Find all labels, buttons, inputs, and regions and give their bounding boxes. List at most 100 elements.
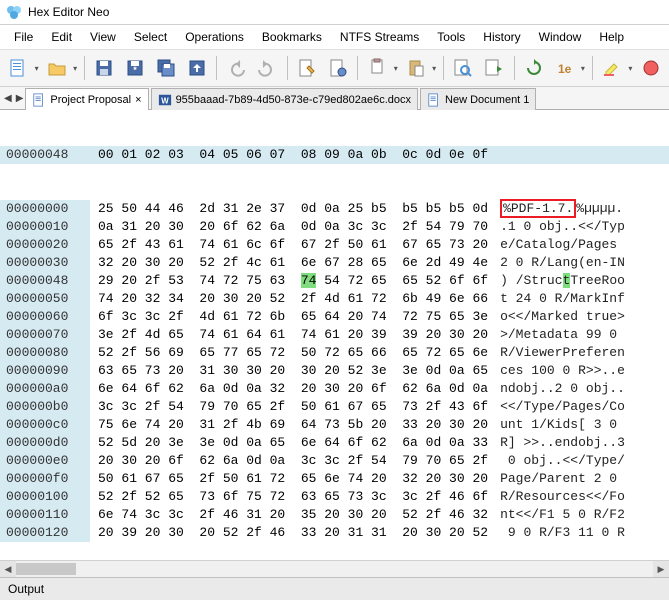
menu-select[interactable]: Select [126,27,175,47]
offset-cell: 00000010 [0,218,90,236]
hex-bytes-cell[interactable]: 32 20 30 20 52 2f 4c 61 6e 67 28 65 6e 2… [90,254,496,272]
paste-button[interactable] [402,53,431,83]
hex-bytes-cell[interactable]: 6e 74 3c 3c 2f 46 31 20 35 20 30 20 52 2… [90,506,496,524]
dropdown-icon[interactable]: ▾ [579,64,587,73]
menu-bookmarks[interactable]: Bookmarks [254,27,330,47]
ascii-cell[interactable]: ) /StructTreeRoo [496,272,629,290]
redo-button[interactable] [253,53,282,83]
cursor-byte: 74 [301,273,317,288]
hex-bytes-cell[interactable]: 75 6e 74 20 31 2f 4b 69 64 73 5b 20 33 2… [90,416,496,434]
highlight-button[interactable] [598,53,627,83]
save-as-button[interactable] [151,53,180,83]
horizontal-scrollbar[interactable]: ◀ ▶ [0,560,669,577]
find-button[interactable] [449,53,478,83]
hex-bytes-cell[interactable]: 6e 64 6f 62 6a 0d 0a 32 20 30 20 6f 62 6… [90,380,496,398]
scroll-right-button[interactable]: ▶ [653,561,669,577]
offset-cell: 000000d0 [0,434,90,452]
menu-history[interactable]: History [475,27,528,47]
menu-tools[interactable]: Tools [429,27,473,47]
document-tab[interactable]: W955baaad-7b89-4d50-873e-c79ed802ae6c.do… [151,88,418,110]
hex-bytes-cell[interactable]: 74 20 32 34 20 30 20 52 2f 4d 61 72 6b 4… [90,290,496,308]
ascii-cell[interactable]: 0 obj..<</Type/ [496,452,629,470]
ascii-cell[interactable]: o<</Marked true> [496,308,629,326]
edit-button[interactable] [293,53,322,83]
copy-button[interactable] [363,53,392,83]
ascii-cell[interactable]: %PDF-1.7.%µµµµ. [496,200,627,218]
ascii-cell[interactable]: .1 0 obj..<</Typ [496,218,629,236]
hex-bytes-cell[interactable]: 0a 31 20 30 20 6f 62 6a 0d 0a 3c 3c 2f 5… [90,218,496,236]
ascii-cell[interactable]: R/Resources<</Fo [496,488,629,506]
toolbar: ▾ ▾ * ▾ ▾ 1e ▾ ▾ [0,49,669,87]
scroll-track[interactable] [16,561,653,577]
output-panel-header[interactable]: Output [0,577,669,600]
document-tab[interactable]: Project Proposal× [25,88,148,110]
offset-cell: 00000110 [0,506,90,524]
tab-label: 955baaad-7b89-4d50-873e-c79ed802ae6c.doc… [176,94,411,106]
ascii-cell[interactable]: ces 100 0 R>>..e [496,362,629,380]
encoding-button[interactable]: 1e [550,53,579,83]
tab-next-button[interactable]: ▶ [14,93,26,104]
hex-bytes-cell[interactable]: 3c 3c 2f 54 79 70 65 2f 50 61 67 65 73 2… [90,398,496,416]
hex-bytes-cell[interactable]: 52 2f 56 69 65 77 65 72 50 72 65 66 65 7… [90,344,496,362]
ascii-cell[interactable]: Page/Parent 2 0 [496,470,629,488]
hex-bytes-cell[interactable]: 25 50 44 46 2d 31 2e 37 0d 0a 25 b5 b5 b… [90,200,496,218]
hex-editor-view[interactable]: 00000048 00 01 02 03 04 05 06 07 08 09 0… [0,110,669,560]
new-file-button[interactable] [4,53,33,83]
open-file-button[interactable] [42,53,71,83]
export-button[interactable] [182,53,211,83]
dropdown-icon[interactable]: ▾ [71,64,79,73]
offset-cell: 00000000 [0,200,90,218]
dropdown-icon[interactable]: ▾ [33,64,41,73]
goto-button[interactable] [480,53,509,83]
save-all-button[interactable]: * [121,53,150,83]
tab-close-button[interactable]: × [135,94,141,106]
menu-file[interactable]: File [6,27,41,47]
toolbar-separator [443,56,444,80]
ascii-cell[interactable]: 2 0 R/Lang(en-IN [496,254,629,272]
bookmark-button[interactable] [636,53,665,83]
dropdown-icon[interactable]: ▾ [430,64,438,73]
scroll-thumb[interactable] [16,563,76,575]
hex-bytes-cell[interactable]: 20 39 20 30 20 52 2f 46 33 20 31 31 20 3… [90,524,496,542]
hex-bytes-cell[interactable]: 3e 2f 4d 65 74 61 64 61 74 61 20 39 39 2… [90,326,496,344]
tab-prev-button[interactable]: ◀ [2,93,14,104]
menu-view[interactable]: View [82,27,124,47]
ascii-cell[interactable]: ndobj..2 0 obj.. [496,380,629,398]
app-logo-icon [6,4,22,20]
header-offset-cell: 00000048 [0,146,90,164]
ascii-cell[interactable]: unt 1/Kids[ 3 0 [496,416,629,434]
scroll-left-button[interactable]: ◀ [0,561,16,577]
menu-window[interactable]: Window [531,27,590,47]
title-bar: Hex Editor Neo [0,0,669,25]
ascii-cell[interactable]: nt<</F1 5 0 R/F2 [496,506,629,524]
menu-help[interactable]: Help [591,27,632,47]
menu-ntfs-streams[interactable]: NTFS Streams [332,27,427,47]
menu-edit[interactable]: Edit [43,27,80,47]
ascii-cell[interactable]: 9 0 R/F3 11 0 R [496,524,629,542]
dropdown-icon[interactable]: ▾ [392,64,400,73]
hex-bytes-cell[interactable]: 65 2f 43 61 74 61 6c 6f 67 2f 50 61 67 6… [90,236,496,254]
ascii-cell[interactable]: <</Type/Pages/Co [496,398,629,416]
document-tab[interactable]: New Document 1 [420,88,536,110]
hex-bytes-cell[interactable]: 52 5d 20 3e 3e 0d 0a 65 6e 64 6f 62 6a 0… [90,434,496,452]
offset-cell: 000000c0 [0,416,90,434]
hex-bytes-cell[interactable]: 29 20 2f 53 74 72 75 63 74 54 72 65 65 5… [90,272,496,290]
ascii-cell[interactable]: >/Metadata 99 0 [496,326,629,344]
hex-bytes-cell[interactable]: 20 30 20 6f 62 6a 0d 0a 3c 3c 2f 54 79 7… [90,452,496,470]
hex-bytes-cell[interactable]: 50 61 67 65 2f 50 61 72 65 6e 74 20 32 2… [90,470,496,488]
dropdown-icon[interactable]: ▾ [627,64,635,73]
save-button[interactable] [90,53,119,83]
undo-button[interactable] [222,53,251,83]
header-byte-offsets: 00 01 02 03 04 05 06 07 08 09 0a 0b 0c 0… [90,146,669,164]
refresh-button[interactable] [520,53,549,83]
toolbar-separator [514,56,515,80]
ascii-cell[interactable]: R] >>..endobj..3 [496,434,629,452]
hex-bytes-cell[interactable]: 63 65 73 20 31 30 30 20 30 20 52 3e 3e 0… [90,362,496,380]
ascii-cell[interactable]: t 24 0 R/MarkInf [496,290,629,308]
ascii-cell[interactable]: e/Catalog/Pages [496,236,629,254]
ascii-cell[interactable]: R/ViewerPreferen [496,344,629,362]
properties-button[interactable] [323,53,352,83]
menu-operations[interactable]: Operations [177,27,252,47]
hex-bytes-cell[interactable]: 52 2f 52 65 73 6f 75 72 63 65 73 3c 3c 2… [90,488,496,506]
hex-bytes-cell[interactable]: 6f 3c 3c 2f 4d 61 72 6b 65 64 20 74 72 7… [90,308,496,326]
